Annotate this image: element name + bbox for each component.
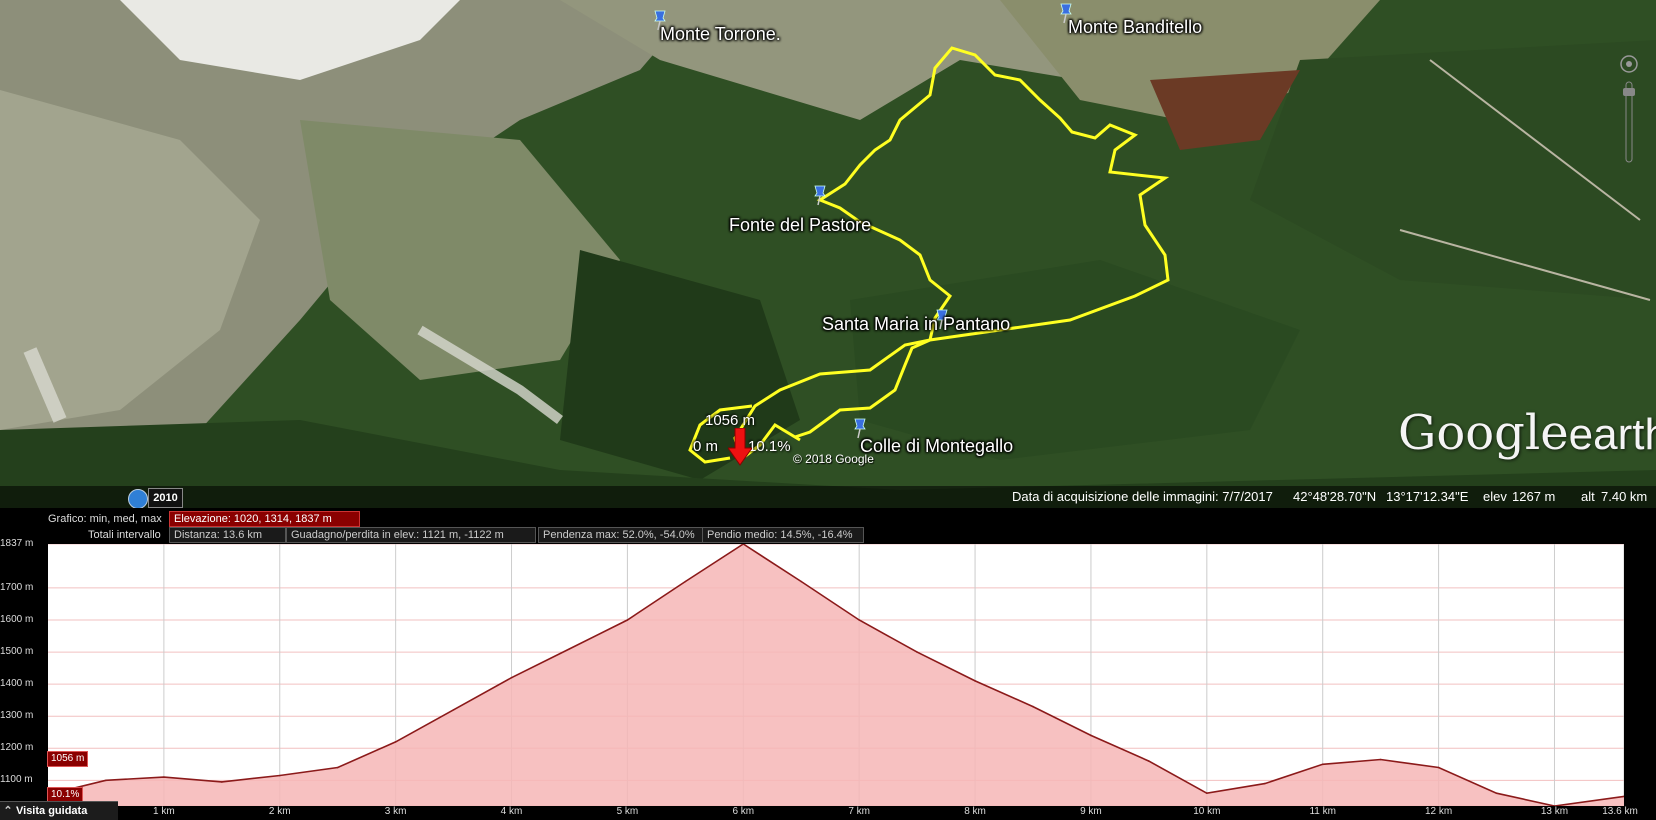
google-earth-logo: Googleearth (1398, 405, 1656, 461)
y-tick-label: 1600 m (0, 614, 34, 625)
placemark-label[interactable]: Colle di Montegallo (860, 436, 1013, 457)
placemark-pin-icon[interactable] (812, 184, 828, 206)
elevation-point (510, 676, 513, 679)
alt-label: alt (1581, 489, 1595, 504)
zoom-slider[interactable] (1618, 52, 1640, 172)
elevation-point (974, 680, 976, 682)
x-tick-label: 13.6 km (1602, 806, 1638, 817)
y-tick-label: 1837 m (0, 538, 34, 549)
elevation-point (1437, 766, 1440, 769)
x-tick-label: 13 km (1540, 806, 1569, 817)
historical-imagery-clock-icon[interactable] (128, 489, 148, 508)
x-tick-label: 2 km (268, 806, 291, 817)
y-tick-label: 1100 m (0, 774, 33, 786)
elevation-point (105, 779, 107, 782)
elevation-point (221, 781, 223, 783)
max-slope-stats: Pendenza max: 52.0%, -54.0% (538, 527, 704, 543)
placemark-label[interactable]: Monte Banditello (1068, 17, 1202, 38)
x-tick-label: 12 km (1424, 806, 1453, 817)
elevation-point (278, 774, 281, 777)
y-tick-label: 1300 m (0, 710, 34, 722)
y-tick-label: 1200 m (0, 742, 34, 754)
altitude-readout: 7.40 km (1601, 489, 1648, 504)
elevation-point (1263, 782, 1266, 785)
elevation-point (1321, 763, 1324, 766)
elevation-point (626, 619, 629, 621)
latitude: 42°48'28.70"N (1293, 489, 1377, 504)
history-year[interactable]: 2010 (148, 488, 183, 508)
x-tick-label: 11 km (1309, 806, 1336, 817)
x-tick-label: 3 km (384, 806, 407, 817)
x-tick-label: 1 km (153, 806, 175, 817)
marker-slope: 10.1% (748, 438, 791, 455)
gain-loss-stats: Guadagno/perdita in elev.: 1121 m, -1122… (286, 527, 536, 543)
elevation-point (1090, 734, 1092, 737)
acquisition-date: Data di acquisizione delle immagini: 7/7… (1012, 489, 1273, 504)
elevation-point (452, 708, 455, 711)
copyright-text: © 2018 Google (793, 452, 874, 466)
elevation-chart[interactable] (48, 544, 1624, 806)
elevation-point (684, 580, 687, 583)
elevation-point (336, 766, 339, 769)
elevation-point (800, 580, 803, 583)
x-tick-label: 5 km (616, 806, 639, 817)
elevation-point (1495, 792, 1498, 794)
elevation-point (1379, 758, 1382, 761)
x-tick-label: 7 km (848, 806, 870, 817)
guided-tour-label: Visita guidata (16, 805, 88, 817)
status-bar: Data di acquisizione delle immagini: 7/7… (0, 486, 1656, 508)
elevation-point (568, 648, 571, 650)
y-tick-label: 1500 m (0, 646, 34, 658)
elevation-point (1148, 760, 1150, 762)
y-tick-label: 1400 m (0, 678, 34, 690)
graph-stats-label: Grafico: min, med, max (48, 513, 162, 525)
distance-stats: Distanza: 13.6 km (169, 527, 286, 543)
y-tick-label: 1700 m (0, 581, 34, 593)
x-tick-label: 6 km (732, 806, 755, 817)
elevation-stats: Elevazione: 1020, 1314, 1837 m (169, 511, 360, 527)
x-tick-label: 8 km (964, 806, 986, 817)
placemark-label[interactable]: Monte Torrone. (660, 24, 781, 45)
marker-elevation: 1056 m (705, 412, 756, 429)
elev-label: elev (1483, 489, 1507, 504)
x-tick-label: 9 km (1080, 806, 1102, 817)
elevation-point (394, 741, 397, 743)
avg-slope-stats: Pendio medio: 14.5%, -16.4% (702, 527, 864, 543)
marker-distance: 0 m (693, 438, 719, 455)
elevation-point (163, 776, 165, 778)
map-view[interactable]: Monte Torrone. Monte Banditello Fonte de… (0, 0, 1656, 508)
elevation-point (916, 651, 918, 653)
guided-tour-button[interactable]: ⌃ Visita guidata (0, 801, 118, 820)
placemark-label[interactable]: Santa Maria in Pantano (822, 314, 1010, 335)
range-totals-label: Totali intervallo (88, 529, 161, 541)
chevron-up-icon: ⌃ (3, 805, 13, 817)
x-tick-label: 10 km (1193, 806, 1221, 817)
elevation-point (1032, 705, 1034, 708)
cursor-elevation-badge: 1056 m (47, 751, 89, 767)
x-tick-label: 4 km (500, 806, 523, 817)
elevation-readout: 1267 m (1512, 489, 1556, 504)
position-arrow-icon (728, 428, 752, 466)
longitude: 13°17'12.34"E (1386, 489, 1469, 504)
placemark-label[interactable]: Fonte del Pastore (729, 215, 871, 236)
elevation-point (858, 619, 860, 621)
elevation-point (1206, 792, 1208, 794)
